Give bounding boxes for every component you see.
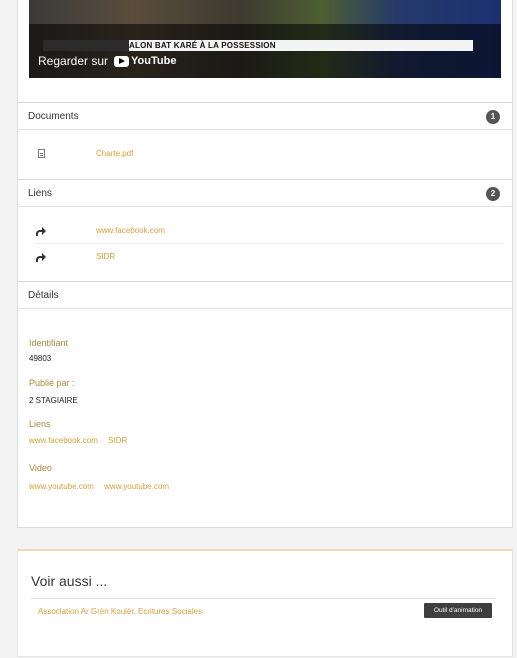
see-also-divider xyxy=(31,598,496,599)
see-also-item-link[interactable]: Association Ar Grèn Koulèr, Ecritures So… xyxy=(38,607,202,616)
video-banner-left xyxy=(43,40,129,51)
see-also-panel: Voir aussi ... Association Ar Grèn Koulè… xyxy=(17,549,513,657)
youtube-logo: YouTube xyxy=(114,51,176,71)
links-count-badge: 2 xyxy=(486,187,500,201)
see-also-item-tag[interactable]: Outil d'animation xyxy=(424,603,492,618)
document-link-charte[interactable]: Charte.pdf xyxy=(96,141,133,167)
details-video-link-1[interactable]: www.youtube.com xyxy=(29,482,94,491)
documents-title: Documents xyxy=(28,111,79,122)
published-by-label: Publié par : xyxy=(29,378,75,388)
details-links: www.facebook.com SIDR xyxy=(29,436,135,445)
watch-on-youtube-button[interactable]: Regarder sur YouTube xyxy=(38,51,176,71)
share-icon xyxy=(34,244,48,271)
identifier-label: Identifiant xyxy=(29,338,69,348)
details-link-sidr[interactable]: SIDR xyxy=(108,436,127,445)
details-title: Détails xyxy=(28,290,59,301)
link-sidr[interactable]: SIDR xyxy=(96,244,115,270)
details-video-link-2[interactable]: www.youtube.com xyxy=(104,482,169,491)
share-icon xyxy=(34,218,48,245)
details-header: Détails xyxy=(18,281,512,309)
file-icon xyxy=(34,141,48,169)
identifier-value: 49803 xyxy=(29,354,52,363)
links-header: Liens 2 xyxy=(18,179,512,207)
link-facebook[interactable]: www.facebook.com xyxy=(96,218,165,244)
video-thumbnail[interactable]: ALON BAT KARÉ À LA POSSESSION Regarder s… xyxy=(29,0,501,78)
watch-label: Regarder sur xyxy=(38,54,109,68)
document-item[interactable]: Charte.pdf xyxy=(34,141,504,167)
documents-header: Documents 1 xyxy=(18,102,512,130)
resource-card: ALON BAT KARÉ À LA POSSESSION Regarder s… xyxy=(17,0,513,528)
details-link-facebook[interactable]: www.facebook.com xyxy=(29,436,98,445)
link-item[interactable]: SIDR xyxy=(34,244,504,270)
published-by-value: 2 STAGIAIRE xyxy=(29,396,78,405)
details-videos: www.youtube.com www.youtube.com xyxy=(29,482,177,491)
link-item[interactable]: www.facebook.com xyxy=(34,218,504,244)
youtube-play-icon xyxy=(114,55,130,67)
links-title: Liens xyxy=(28,188,52,199)
details-links-label: Liens xyxy=(29,419,51,429)
see-also-title: Voir aussi ... xyxy=(31,573,108,589)
video-label: Video xyxy=(29,463,52,473)
youtube-wordmark: YouTube xyxy=(131,55,177,67)
documents-count-badge: 1 xyxy=(486,110,500,124)
